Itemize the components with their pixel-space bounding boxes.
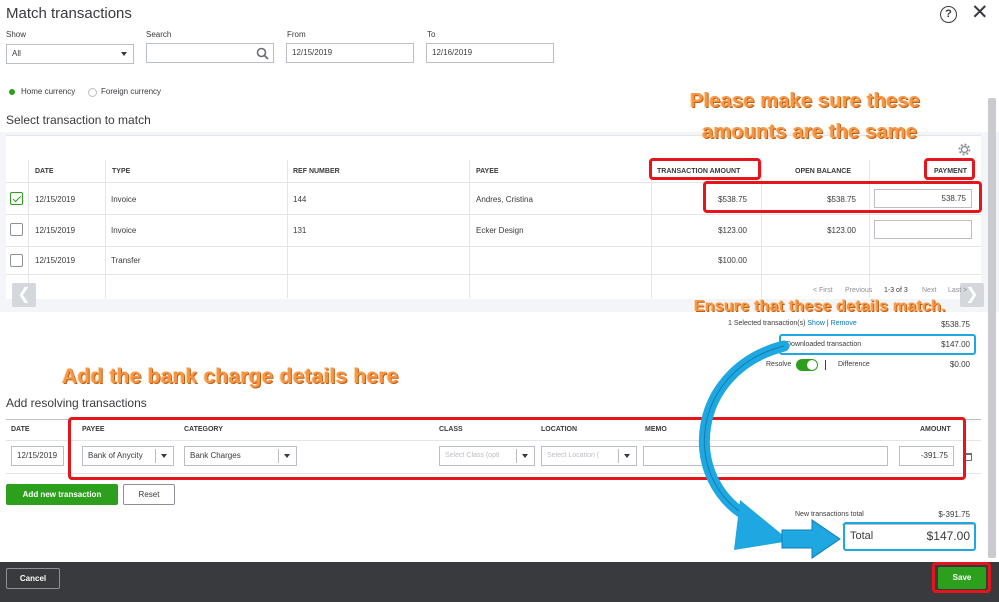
annotation-box-total xyxy=(843,522,976,551)
annotation-box-save xyxy=(932,562,991,593)
annotation-text-amounts-line2: amounts are the same xyxy=(702,121,918,143)
col-header-payee: PAYEE xyxy=(476,168,499,175)
annotation-straight-arrow xyxy=(781,519,841,559)
remove-link[interactable]: Remove xyxy=(831,320,857,327)
row-date: 12/15/2019 xyxy=(35,195,76,204)
row-checkbox[interactable] xyxy=(10,254,23,267)
annotation-text-bank-charge: Add the bank charge details here xyxy=(62,365,399,388)
gear-icon[interactable] xyxy=(958,143,971,156)
col-divider xyxy=(469,160,470,298)
show-value: All xyxy=(12,49,21,58)
row-amount: $123.00 xyxy=(718,226,747,235)
home-currency-label: Home currency xyxy=(21,87,76,96)
annotation-text-amounts-line1: Please make sure these xyxy=(690,90,921,112)
row-checkbox[interactable] xyxy=(10,223,23,236)
resolving-date-input[interactable]: 12/15/2019 xyxy=(11,446,64,466)
difference-amount: $0.00 xyxy=(949,360,970,369)
to-date-input[interactable]: 12/16/2019 xyxy=(426,43,554,63)
from-date-value: 12/15/2019 xyxy=(292,48,333,57)
resolving-section-title: Add resolving transactions xyxy=(6,396,147,410)
dialog-title: Match transactions xyxy=(6,5,132,22)
pagination-first[interactable]: < First xyxy=(813,287,833,294)
col-divider xyxy=(28,160,29,298)
match-section-title: Select transaction to match xyxy=(6,113,151,127)
chevron-down-icon xyxy=(121,52,127,56)
pagination-last[interactable]: Last > xyxy=(948,287,967,294)
show-link[interactable]: Show xyxy=(807,320,825,327)
row-type: Transfer xyxy=(111,256,141,265)
dialog-footer xyxy=(0,562,999,602)
trash-icon[interactable] xyxy=(965,453,972,461)
reset-button[interactable]: Reset xyxy=(123,484,175,505)
row-payee: Andres, Cristina xyxy=(476,195,533,204)
cancel-button[interactable]: Cancel xyxy=(6,568,60,589)
row-type: Invoice xyxy=(111,226,137,235)
from-date-input[interactable]: 12/15/2019 xyxy=(286,43,414,63)
close-icon[interactable]: ✕ xyxy=(971,2,989,24)
row-type: Invoice xyxy=(111,195,137,204)
show-select[interactable]: All xyxy=(6,44,134,64)
annotation-box-payment-header xyxy=(924,158,975,180)
to-label: To xyxy=(427,30,436,39)
row-date: 12/15/2019 xyxy=(35,226,76,235)
new-transactions-total-value: $-391.75 xyxy=(938,510,970,519)
annotation-box-transaction-amount-header xyxy=(649,158,761,180)
row-ref: 131 xyxy=(293,226,307,235)
foreign-currency-label: Foreign currency xyxy=(101,87,162,96)
col-divider xyxy=(651,160,652,298)
scrollbar-thumb[interactable] xyxy=(988,98,996,558)
annotation-box-amounts xyxy=(703,181,982,213)
home-currency-radio[interactable] xyxy=(9,89,15,95)
row-amount: $100.00 xyxy=(718,256,747,265)
show-label: Show xyxy=(6,30,27,39)
row-open-balance: $123.00 xyxy=(827,226,856,235)
pagination-range: 1-3 of 3 xyxy=(884,287,908,294)
selected-amount: $538.75 xyxy=(941,320,970,329)
selected-count: 1 Selected transaction(s) Show | Remove xyxy=(728,320,857,327)
search-input[interactable] xyxy=(146,43,274,63)
row-divider xyxy=(6,274,981,275)
col-divider xyxy=(287,160,288,298)
row-ref: 144 xyxy=(293,195,307,204)
col-divider xyxy=(105,160,106,298)
help-icon[interactable]: ? xyxy=(940,6,957,23)
annotation-text-details-match: Ensure that these details match. xyxy=(694,298,946,315)
row-checkbox-checked[interactable] xyxy=(10,192,23,205)
from-label: From xyxy=(287,30,306,39)
search-label: Search xyxy=(146,30,172,39)
col-header-date: DATE xyxy=(35,168,54,175)
selected-text: 1 Selected transaction(s) xyxy=(728,320,806,327)
scroll-left-button[interactable]: ❮ xyxy=(12,283,36,307)
col-header-type: TYPE xyxy=(112,168,131,175)
row-payee: Ecker Design xyxy=(476,226,524,235)
to-date-value: 12/16/2019 xyxy=(432,48,473,57)
row-date: 12/15/2019 xyxy=(35,256,76,265)
resolving-col-date: DATE xyxy=(11,426,30,433)
pagination-next[interactable]: Next xyxy=(922,287,936,294)
col-header-open-balance: OPEN BALANCE xyxy=(795,168,852,175)
row-divider xyxy=(6,214,981,215)
row-divider xyxy=(6,246,981,247)
search-icon[interactable] xyxy=(256,47,269,60)
col-header-ref: REF NUMBER xyxy=(293,168,340,175)
foreign-currency-radio[interactable] xyxy=(88,88,97,97)
add-new-transaction-button[interactable]: Add new transaction xyxy=(6,484,118,505)
link-separator: | xyxy=(826,320,829,327)
payment-input[interactable] xyxy=(874,220,972,239)
pagination-previous[interactable]: Previous xyxy=(845,287,872,294)
